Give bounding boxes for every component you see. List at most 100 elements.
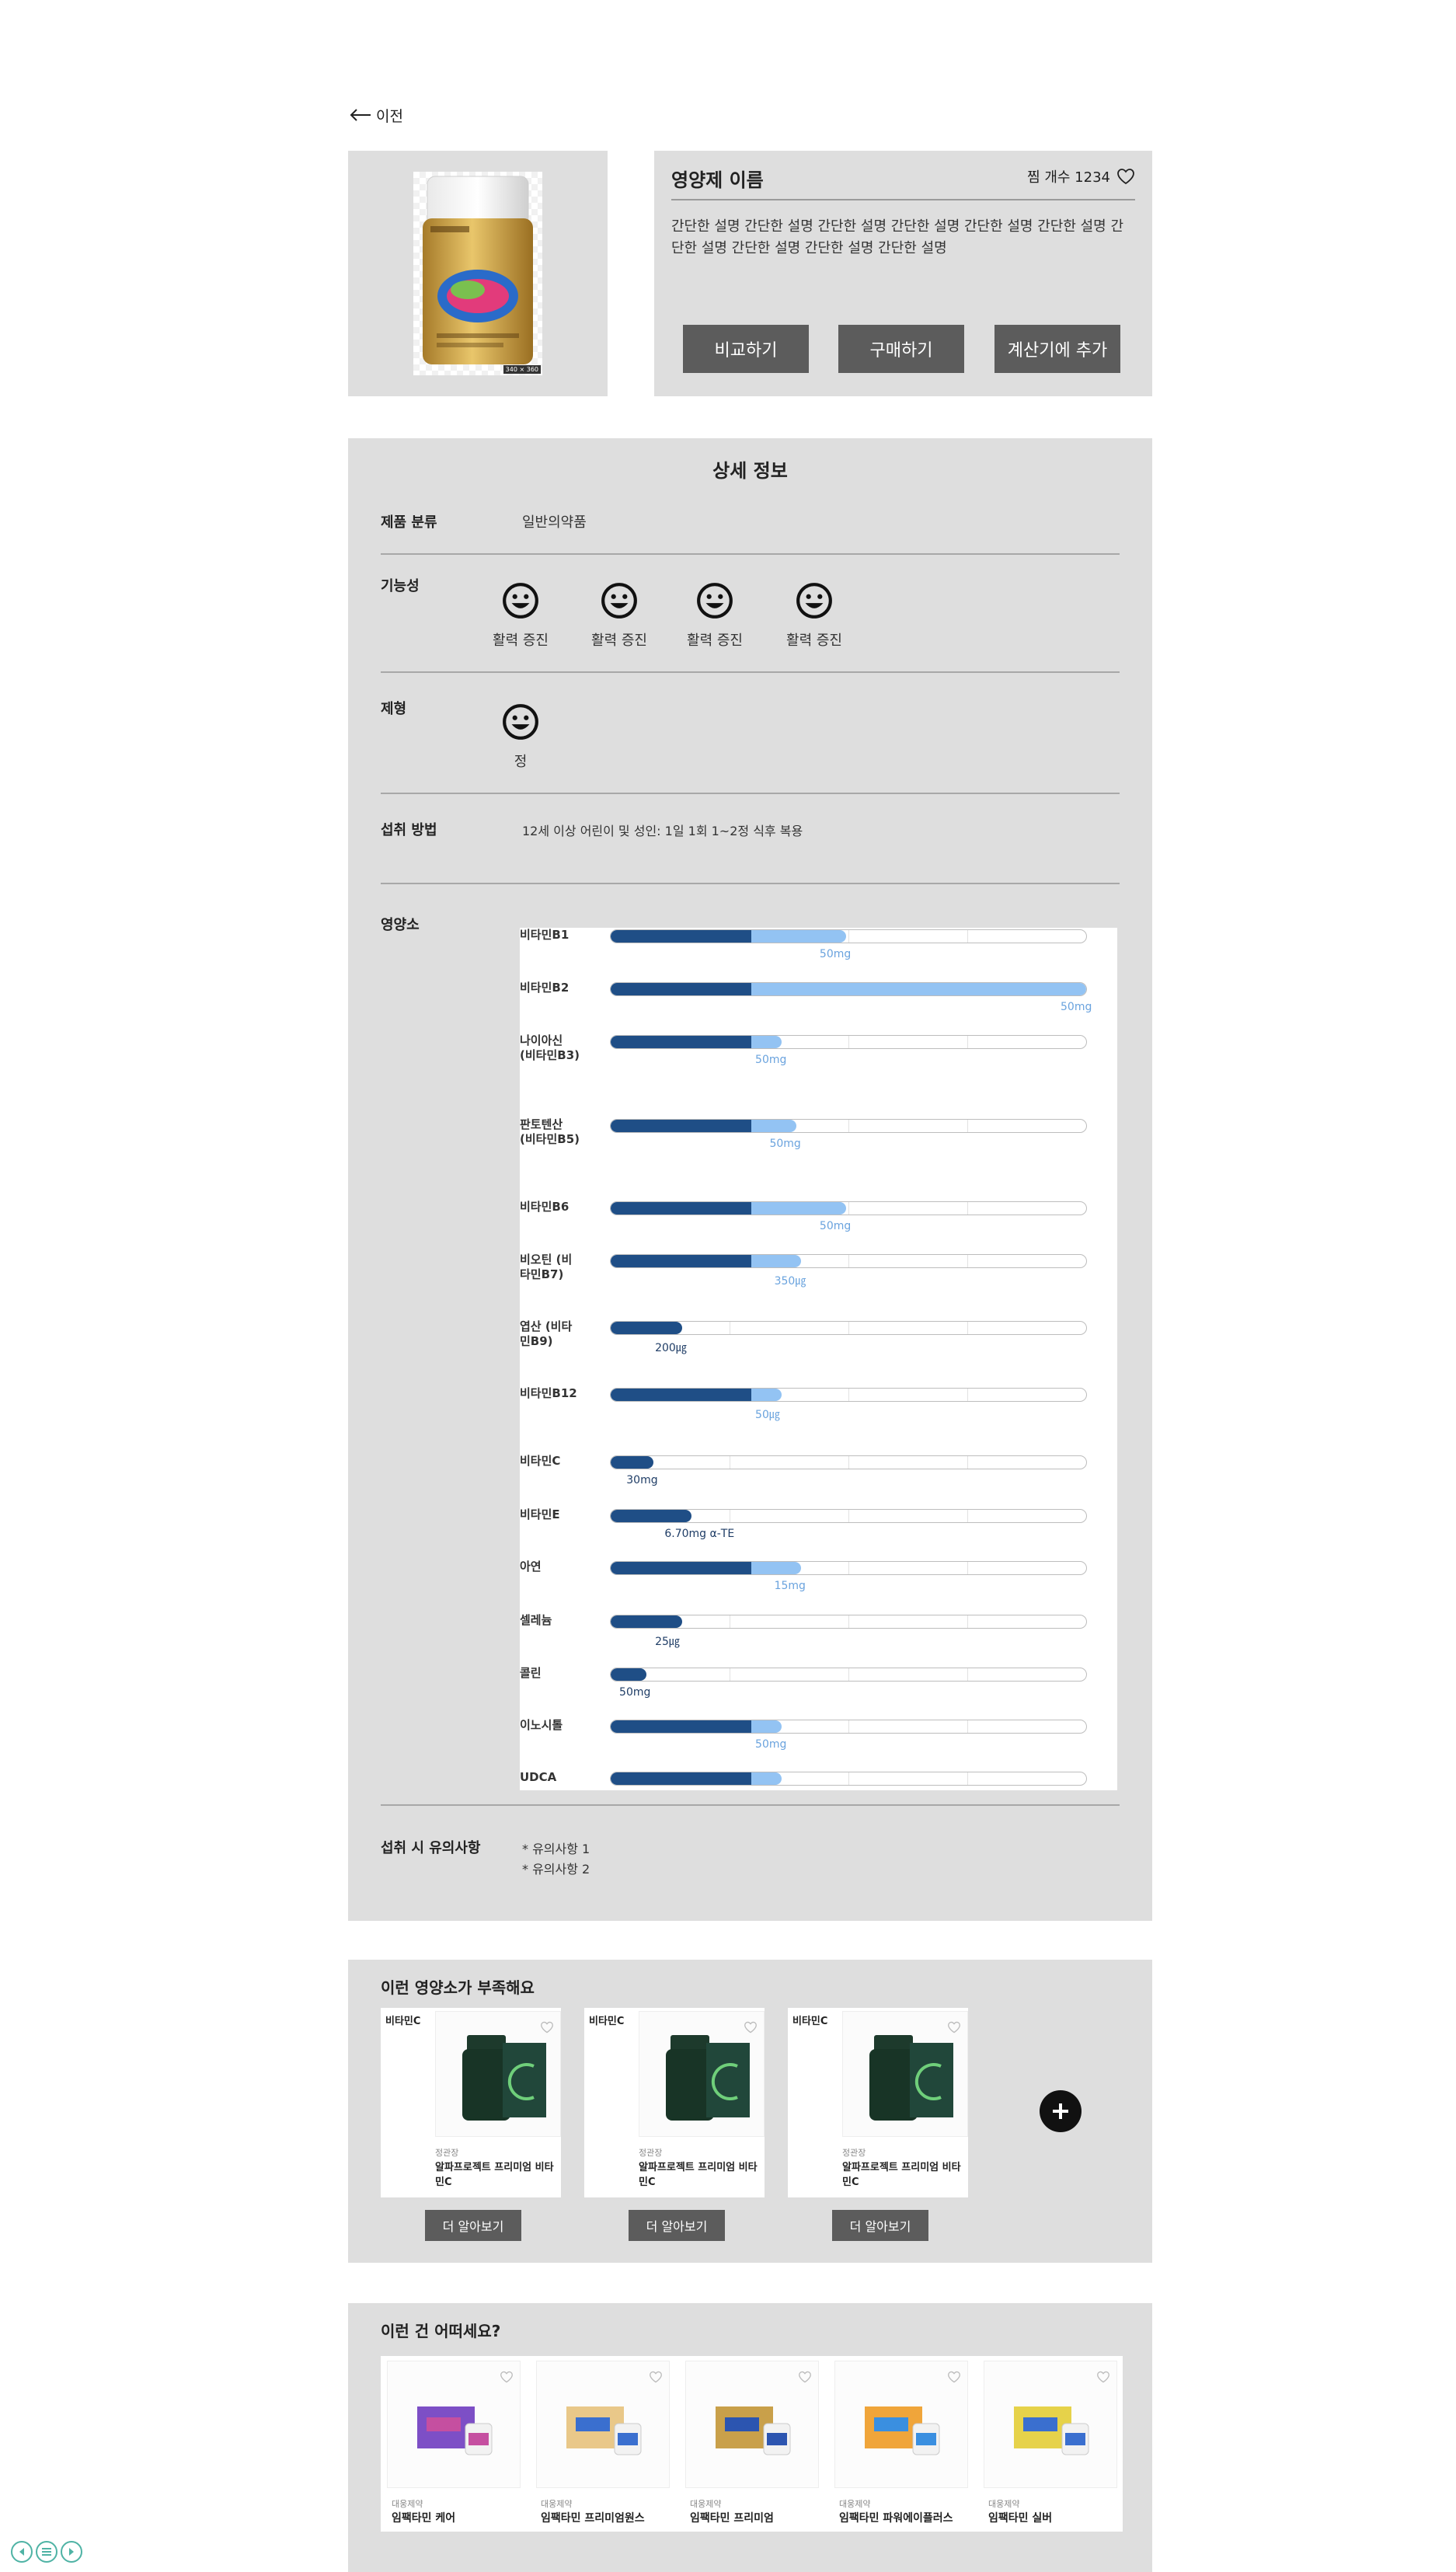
- nutrient-bar-track: [610, 982, 1087, 996]
- nutrient-bar-track: [610, 929, 1087, 943]
- nutrient-name: 비오틴 (비타민B7): [520, 1253, 573, 1281]
- nutrient-bar-track: [610, 1561, 1087, 1575]
- heart-icon[interactable]: [500, 2371, 514, 2383]
- product-thumbnail: [639, 2011, 765, 2137]
- wish-count: 찜 개수 1234: [1027, 166, 1135, 186]
- learn-more-button[interactable]: 더 알아보기: [425, 2210, 521, 2241]
- nutrient-badge: 비타민C: [792, 2016, 828, 2027]
- smiley-icon: [697, 583, 733, 619]
- buy-button[interactable]: 구매하기: [838, 325, 964, 373]
- product-name: 임팩타민 실버: [988, 2512, 1053, 2525]
- learn-more-button[interactable]: 더 알아보기: [832, 2210, 928, 2241]
- function-label-text: 활력 증진: [786, 633, 842, 649]
- heart-icon[interactable]: [1116, 168, 1135, 185]
- nutrient-name: 아연: [520, 1560, 542, 1574]
- suggestion-card[interactable]: 대웅제약 임팩타민 프리미엄: [685, 2361, 819, 2527]
- heart-icon[interactable]: [947, 2021, 961, 2034]
- product-name: 임팩타민 케어: [392, 2512, 456, 2525]
- function-item: 활력 증진: [482, 581, 559, 650]
- product-thumbnail: [387, 2361, 521, 2488]
- product-thumbnail: [984, 2361, 1117, 2488]
- nutrient-bar-track: [610, 1201, 1087, 1215]
- product-brand: 대웅제약: [392, 2499, 423, 2509]
- nutrient-name: 판토텐산 (비타민B5): [520, 1117, 580, 1146]
- bar-gridline: [967, 1120, 968, 1132]
- suggestion-card[interactable]: 대웅제약 임팩타민 프리미엄원스: [536, 2361, 670, 2527]
- function-item: 활력 증진: [580, 581, 658, 650]
- nutrient-name: 비타민B12: [520, 1386, 577, 1400]
- nutrient-name: 비타민B2: [520, 981, 570, 995]
- intake-label: 섭취 방법: [381, 822, 437, 838]
- heart-icon[interactable]: [798, 2371, 812, 2383]
- smiley-icon: [601, 583, 637, 619]
- nutrient-bar-track: [610, 1455, 1087, 1469]
- bar-gridline: [967, 1389, 968, 1401]
- heart-icon[interactable]: [1096, 2371, 1110, 2383]
- product-brand: 대웅제약: [541, 2499, 573, 2509]
- product-thumbnail: [536, 2361, 670, 2488]
- suggestion-list: 대웅제약 임팩타민 케어 대웅제약 임팩타민 프리미엄원스 대웅제약 임팩타민 프리미엄 대…: [381, 2356, 1123, 2532]
- compare-button[interactable]: 비교하기: [683, 325, 809, 373]
- heart-icon[interactable]: [649, 2371, 663, 2383]
- product-name: 영양제 이름: [671, 169, 764, 191]
- product-card[interactable]: 비타민C 정관장 알파프로젝트 프리미엄 비타민C: [788, 2008, 968, 2197]
- nutrient-bar-track: [610, 1388, 1087, 1402]
- nutrient-amount: 50mg: [755, 1738, 787, 1751]
- product-name: 알파프로젝트 프리미엄 비타민C: [639, 2162, 758, 2188]
- detail-panel: 상세 정보 제품 분류 일반의약품 기능성 활력 증진 활력 증진 활력 증진 활력 …: [348, 438, 1152, 1921]
- nutrient-amount: 50mg: [1061, 1001, 1092, 1013]
- product-card[interactable]: 비타민C 정관장 알파프로젝트 프리미엄 비타민C: [381, 2008, 561, 2197]
- nutrient-bar-base: [611, 1510, 692, 1522]
- heart-icon[interactable]: [947, 2371, 961, 2383]
- product-description: 간단한 설명 간단한 설명 간단한 설명 간단한 설명 간단한 설명 간단한 설…: [671, 218, 1124, 256]
- product-brand: 정관장: [435, 2148, 459, 2158]
- bar-gridline: [848, 1562, 849, 1574]
- bar-gridline: [967, 1255, 968, 1267]
- product-brand: 대웅제약: [988, 2499, 1020, 2509]
- divider: [381, 553, 1120, 555]
- deficient-title: 이런 영양소가 부족해요: [381, 1978, 535, 1997]
- wish-count-label: 찜 개수 1234: [1027, 169, 1110, 186]
- learn-more-button[interactable]: 더 알아보기: [629, 2210, 725, 2241]
- product-thumbnail: [842, 2011, 968, 2137]
- bar-gridline: [967, 930, 968, 943]
- bar-gridline: [967, 1615, 968, 1628]
- nutrient-amount: 25㎍: [655, 1636, 680, 1648]
- nutrient-name: 비타민C: [520, 1454, 561, 1468]
- nutrient-bar-base: [611, 1668, 646, 1681]
- add-to-calculator-button[interactable]: 계산기에 추가: [994, 325, 1120, 373]
- bar-gridline: [967, 1322, 968, 1334]
- smiley-icon: [503, 583, 538, 619]
- supplement-bottle-image: [423, 176, 533, 364]
- bar-gridline: [848, 1456, 849, 1469]
- nutrient-name: 비타민B1: [520, 928, 570, 942]
- bar-gridline: [967, 1036, 968, 1048]
- nutrient-amount: 50㎍: [755, 1409, 780, 1421]
- form-label: 제형: [381, 701, 407, 717]
- nutrients-label: 영양소: [381, 917, 420, 933]
- suggestion-card[interactable]: 대웅제약임팩타민 실버: [984, 2361, 1117, 2527]
- add-plus-icon[interactable]: [1040, 2090, 1082, 2132]
- suggestion-card[interactable]: 대웅제약 임팩타민 파워에이플러스: [834, 2361, 968, 2527]
- heart-icon[interactable]: [744, 2021, 758, 2034]
- detail-title: 상세 정보: [712, 460, 788, 482]
- back-link[interactable]: 이전: [350, 103, 403, 127]
- slide-pager: [11, 2541, 82, 2564]
- product-card[interactable]: 비타민C 정관장 알파프로젝트 프리미엄 비타민C: [584, 2008, 765, 2197]
- nutrient-bar-base: [611, 1389, 751, 1401]
- bar-gridline: [967, 1456, 968, 1469]
- nutrient-bar-base: [611, 1615, 682, 1628]
- suggestion-card[interactable]: 대웅제약임팩타민 케어: [387, 2361, 521, 2527]
- nutrient-name: 콜린: [520, 1666, 542, 1680]
- bar-gridline: [848, 1389, 849, 1401]
- caution-item: * 유의사항 1: [522, 1842, 590, 1856]
- product-name: 알파프로젝트 프리미엄 비타민C: [842, 2162, 961, 2188]
- nutrient-amount: 50mg: [769, 1138, 801, 1150]
- divider: [381, 671, 1120, 673]
- form-label-text: 정: [514, 754, 528, 770]
- nutrient-bar-track: [610, 1509, 1087, 1523]
- function-item: 활력 증진: [676, 581, 754, 650]
- bar-gridline: [967, 1720, 968, 1733]
- function-label-text: 활력 증진: [493, 633, 549, 649]
- heart-icon[interactable]: [540, 2021, 554, 2034]
